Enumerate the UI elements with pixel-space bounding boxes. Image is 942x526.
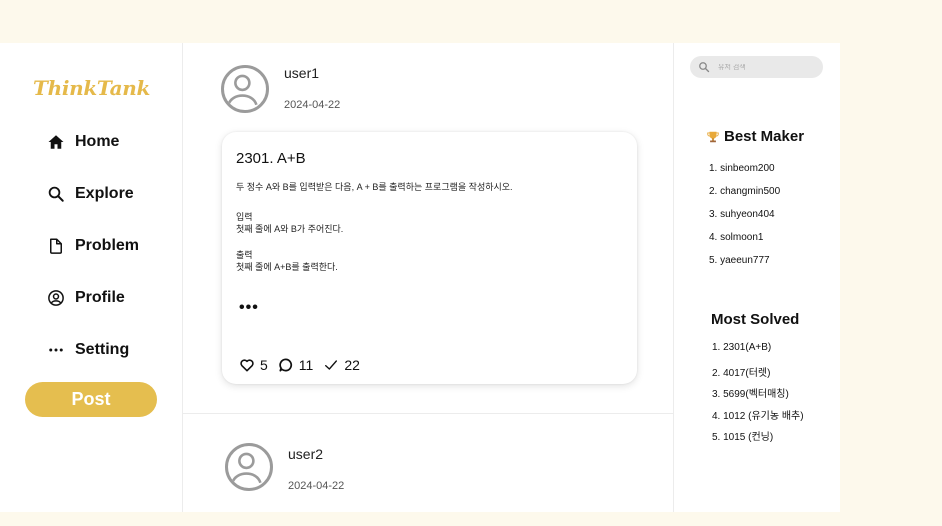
- avatar[interactable]: [221, 65, 269, 113]
- output-text: 첫째 줄에 A+B를 출력한다.: [236, 262, 338, 272]
- best-maker-title: Best Maker: [706, 128, 804, 145]
- feed: user1 2024-04-22 2301. A+B 두 정수 A와 B를 입력…: [182, 43, 674, 512]
- best-maker-item[interactable]: 5. yaeeun777: [709, 255, 770, 266]
- check-icon: [325, 360, 338, 370]
- like-count: 5: [260, 357, 268, 373]
- post-divider: [183, 413, 674, 414]
- like-button[interactable]: 5: [239, 357, 268, 373]
- logo: ThinkTank: [33, 76, 151, 100]
- problem-description: 두 정수 A와 B를 입력받은 다음, A + B를 출력하는 프로그램을 작성…: [236, 182, 513, 192]
- heart-icon: [240, 359, 254, 372]
- sidebar: ThinkTank Home Explore Problem Profile S…: [0, 43, 182, 512]
- username[interactable]: user1: [284, 65, 319, 81]
- most-solved-item[interactable]: 2. 4017(터렛): [712, 364, 770, 379]
- best-maker-item[interactable]: 4. solmoon1: [709, 232, 763, 243]
- user-circle-icon: [46, 288, 66, 308]
- solved-count: 22: [344, 357, 360, 373]
- most-solved-item[interactable]: 4. 1012 (유기농 배추): [712, 407, 804, 422]
- input-text: 첫째 줄에 A와 B가 주어진다.: [236, 224, 344, 234]
- best-maker-item[interactable]: 2. changmin500: [709, 186, 780, 197]
- nav-setting[interactable]: Setting: [46, 338, 129, 362]
- most-solved-item[interactable]: 1. 2301(A+B): [712, 342, 771, 353]
- best-maker-item[interactable]: 1. sinbeom200: [709, 163, 775, 174]
- post-button[interactable]: Post: [25, 382, 157, 417]
- nav-home-label: Home: [75, 133, 120, 150]
- nav-profile-label: Profile: [75, 289, 125, 306]
- nav-profile[interactable]: Profile: [46, 286, 125, 310]
- search-icon: [699, 62, 710, 73]
- best-maker-item[interactable]: 3. suhyeon404: [709, 209, 775, 220]
- more-dots-icon: [46, 340, 66, 360]
- comment-icon: [279, 358, 292, 372]
- trophy-icon: [707, 131, 719, 142]
- avatar[interactable]: [225, 443, 273, 491]
- more-ellipsis[interactable]: •••: [239, 299, 259, 317]
- most-solved-item[interactable]: 5. 1015 (컨닝): [712, 428, 773, 443]
- nav-explore[interactable]: Explore: [46, 182, 134, 206]
- comment-button[interactable]: 11: [278, 357, 314, 373]
- post-date: 2024-04-22: [284, 99, 341, 111]
- nav-problem[interactable]: Problem: [46, 234, 139, 258]
- document-icon: [46, 236, 66, 256]
- user-search[interactable]: [690, 56, 823, 78]
- nav-setting-label: Setting: [75, 341, 130, 358]
- output-section: 출력 첫째 줄에 A+B를 출력한다.: [236, 249, 338, 273]
- post-actions: 5 11 22: [239, 357, 370, 373]
- input-section: 입력 첫째 줄에 A와 B가 주어진다.: [236, 211, 343, 235]
- solved-button[interactable]: 22: [323, 357, 360, 373]
- most-solved-item[interactable]: 3. 5699(벡터매칭): [712, 385, 789, 400]
- problem-card[interactable]: 2301. A+B 두 정수 A와 B를 입력받은 다음, A + B를 출력하…: [222, 132, 637, 384]
- home-icon: [46, 132, 66, 152]
- input-heading: 입력: [236, 212, 253, 222]
- nav-problem-label: Problem: [75, 237, 140, 254]
- post-date: 2024-04-22: [288, 480, 345, 492]
- nav-home[interactable]: Home: [46, 130, 119, 154]
- nav-explore-label: Explore: [75, 185, 134, 202]
- output-heading: 출력: [236, 250, 253, 260]
- search-input[interactable]: [718, 63, 808, 71]
- comment-count: 11: [298, 357, 314, 373]
- problem-title: 2301. A+B: [236, 150, 306, 167]
- best-maker-label: Best Maker: [724, 128, 805, 145]
- search-icon: [46, 184, 66, 204]
- most-solved-title: Most Solved: [711, 311, 800, 328]
- username[interactable]: user2: [288, 446, 323, 462]
